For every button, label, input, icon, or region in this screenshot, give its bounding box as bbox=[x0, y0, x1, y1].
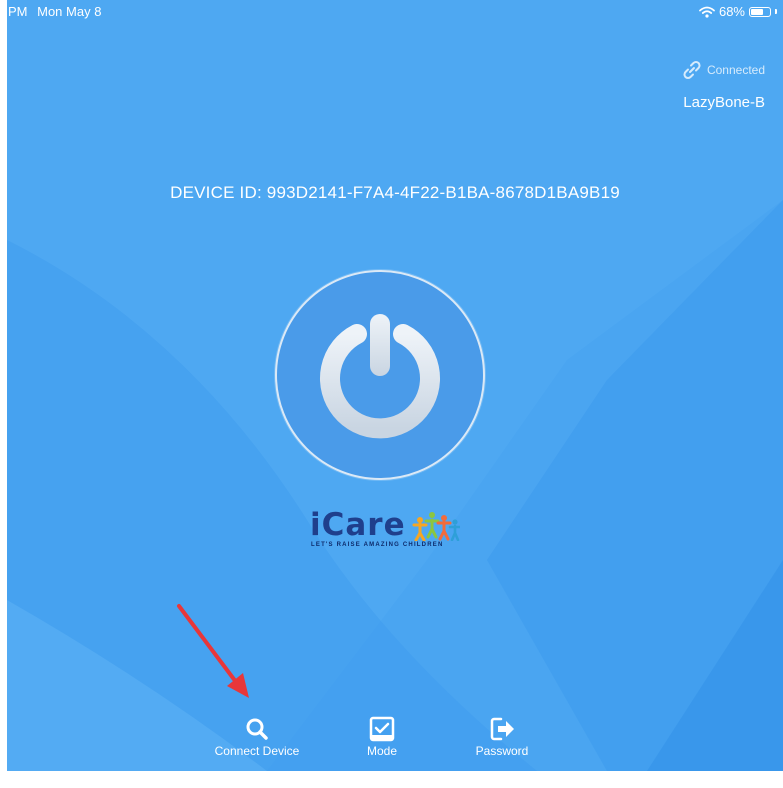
connection-status-label: Connected bbox=[706, 63, 765, 77]
connection-status-row: Connected bbox=[680, 58, 765, 82]
battery-percent: 68% bbox=[718, 4, 745, 19]
status-left: PM Mon May 8 bbox=[8, 4, 107, 19]
battery-fill bbox=[751, 8, 763, 15]
link-icon bbox=[683, 60, 701, 80]
children-figures-icon bbox=[412, 512, 460, 541]
connection-status[interactable]: Connected LazyBone-B bbox=[680, 58, 765, 111]
connected-device-name: LazyBone-B bbox=[683, 94, 765, 111]
battery-icon bbox=[749, 6, 771, 17]
connect-device-button[interactable]: Connect Device bbox=[197, 716, 317, 758]
mode-button[interactable]: Mode bbox=[322, 716, 442, 758]
connect-device-label: Connect Device bbox=[214, 744, 300, 758]
sign-out-icon bbox=[490, 717, 514, 741]
search-icon bbox=[246, 718, 268, 740]
password-button[interactable]: Password bbox=[442, 716, 562, 758]
power-button[interactable] bbox=[275, 270, 485, 480]
password-label: Password bbox=[475, 744, 529, 758]
app-screen: PM Mon May 8 68% Connected LazyBone-B DE… bbox=[7, 0, 783, 771]
icare-logo: iCare LET'S RAISE AMAZING CHILDREN bbox=[301, 505, 471, 555]
checkbox-icon bbox=[369, 716, 395, 742]
battery-tip bbox=[775, 9, 777, 14]
wifi-icon bbox=[699, 6, 715, 18]
red-arrow-icon bbox=[177, 604, 249, 698]
power-icon bbox=[320, 314, 440, 439]
logo-tagline: LET'S RAISE AMAZING CHILDREN bbox=[311, 542, 444, 548]
device-id-label: DEVICE ID: 993D2141-F7A4-4F22-B1BA-8678D… bbox=[170, 183, 620, 202]
logo-name: iCare bbox=[310, 507, 406, 543]
status-date: Mon May 8 bbox=[37, 4, 102, 19]
status-time: PM bbox=[8, 4, 28, 19]
status-bar: PM Mon May 8 68% bbox=[7, 0, 783, 22]
mode-label: Mode bbox=[366, 744, 398, 758]
status-right: 68% bbox=[699, 4, 777, 19]
